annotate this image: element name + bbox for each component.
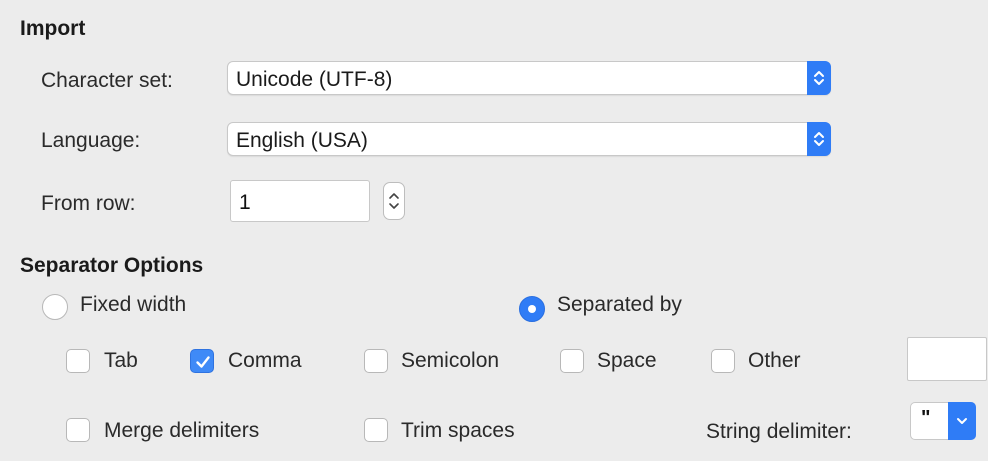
character-set-label: Character set: — [41, 69, 173, 92]
separated-by-radio[interactable] — [519, 296, 545, 322]
text-import-dialog: Import Character set: Unicode (UTF-8) La… — [0, 0, 988, 461]
language-select[interactable]: English (USA) — [227, 122, 831, 156]
chevron-updown-icon[interactable] — [807, 61, 831, 95]
string-delimiter-label: String delimiter: — [706, 420, 852, 443]
comma-checkbox[interactable] — [190, 349, 214, 373]
string-delimiter-select[interactable]: " — [910, 402, 976, 440]
from-row-input[interactable]: 1 — [230, 180, 370, 222]
separator-section-title: Separator Options — [20, 254, 204, 277]
other-input[interactable] — [907, 337, 987, 381]
checkmark-icon — [196, 356, 210, 368]
separated-by-label[interactable]: Separated by — [557, 294, 682, 315]
from-row-stepper[interactable] — [383, 182, 405, 220]
from-row-label: From row: — [41, 192, 136, 215]
chevron-down-icon[interactable] — [948, 402, 976, 440]
semicolon-checkbox[interactable] — [364, 349, 388, 373]
trim-spaces-label[interactable]: Trim spaces — [401, 420, 515, 441]
other-checkbox[interactable] — [711, 349, 735, 373]
chevron-updown-icon — [389, 193, 399, 209]
tab-checkbox[interactable] — [66, 349, 90, 373]
chevron-updown-icon[interactable] — [807, 122, 831, 156]
space-checkbox[interactable] — [560, 349, 584, 373]
from-row-value: 1 — [239, 191, 251, 214]
string-delimiter-value: " — [921, 407, 931, 429]
comma-label[interactable]: Comma — [228, 350, 302, 371]
character-set-select[interactable]: Unicode (UTF-8) — [227, 61, 831, 95]
other-label[interactable]: Other — [748, 350, 801, 371]
semicolon-label[interactable]: Semicolon — [401, 350, 499, 371]
import-section-title: Import — [20, 17, 86, 40]
language-value: English (USA) — [236, 129, 368, 152]
tab-label[interactable]: Tab — [104, 350, 138, 371]
fixed-width-label[interactable]: Fixed width — [80, 294, 186, 315]
language-label: Language: — [41, 129, 141, 152]
merge-delimiters-label[interactable]: Merge delimiters — [104, 420, 259, 441]
character-set-value: Unicode (UTF-8) — [236, 68, 393, 91]
trim-spaces-checkbox[interactable] — [364, 418, 388, 442]
fixed-width-radio[interactable] — [42, 294, 68, 320]
merge-delimiters-checkbox[interactable] — [66, 418, 90, 442]
space-label[interactable]: Space — [597, 350, 657, 371]
